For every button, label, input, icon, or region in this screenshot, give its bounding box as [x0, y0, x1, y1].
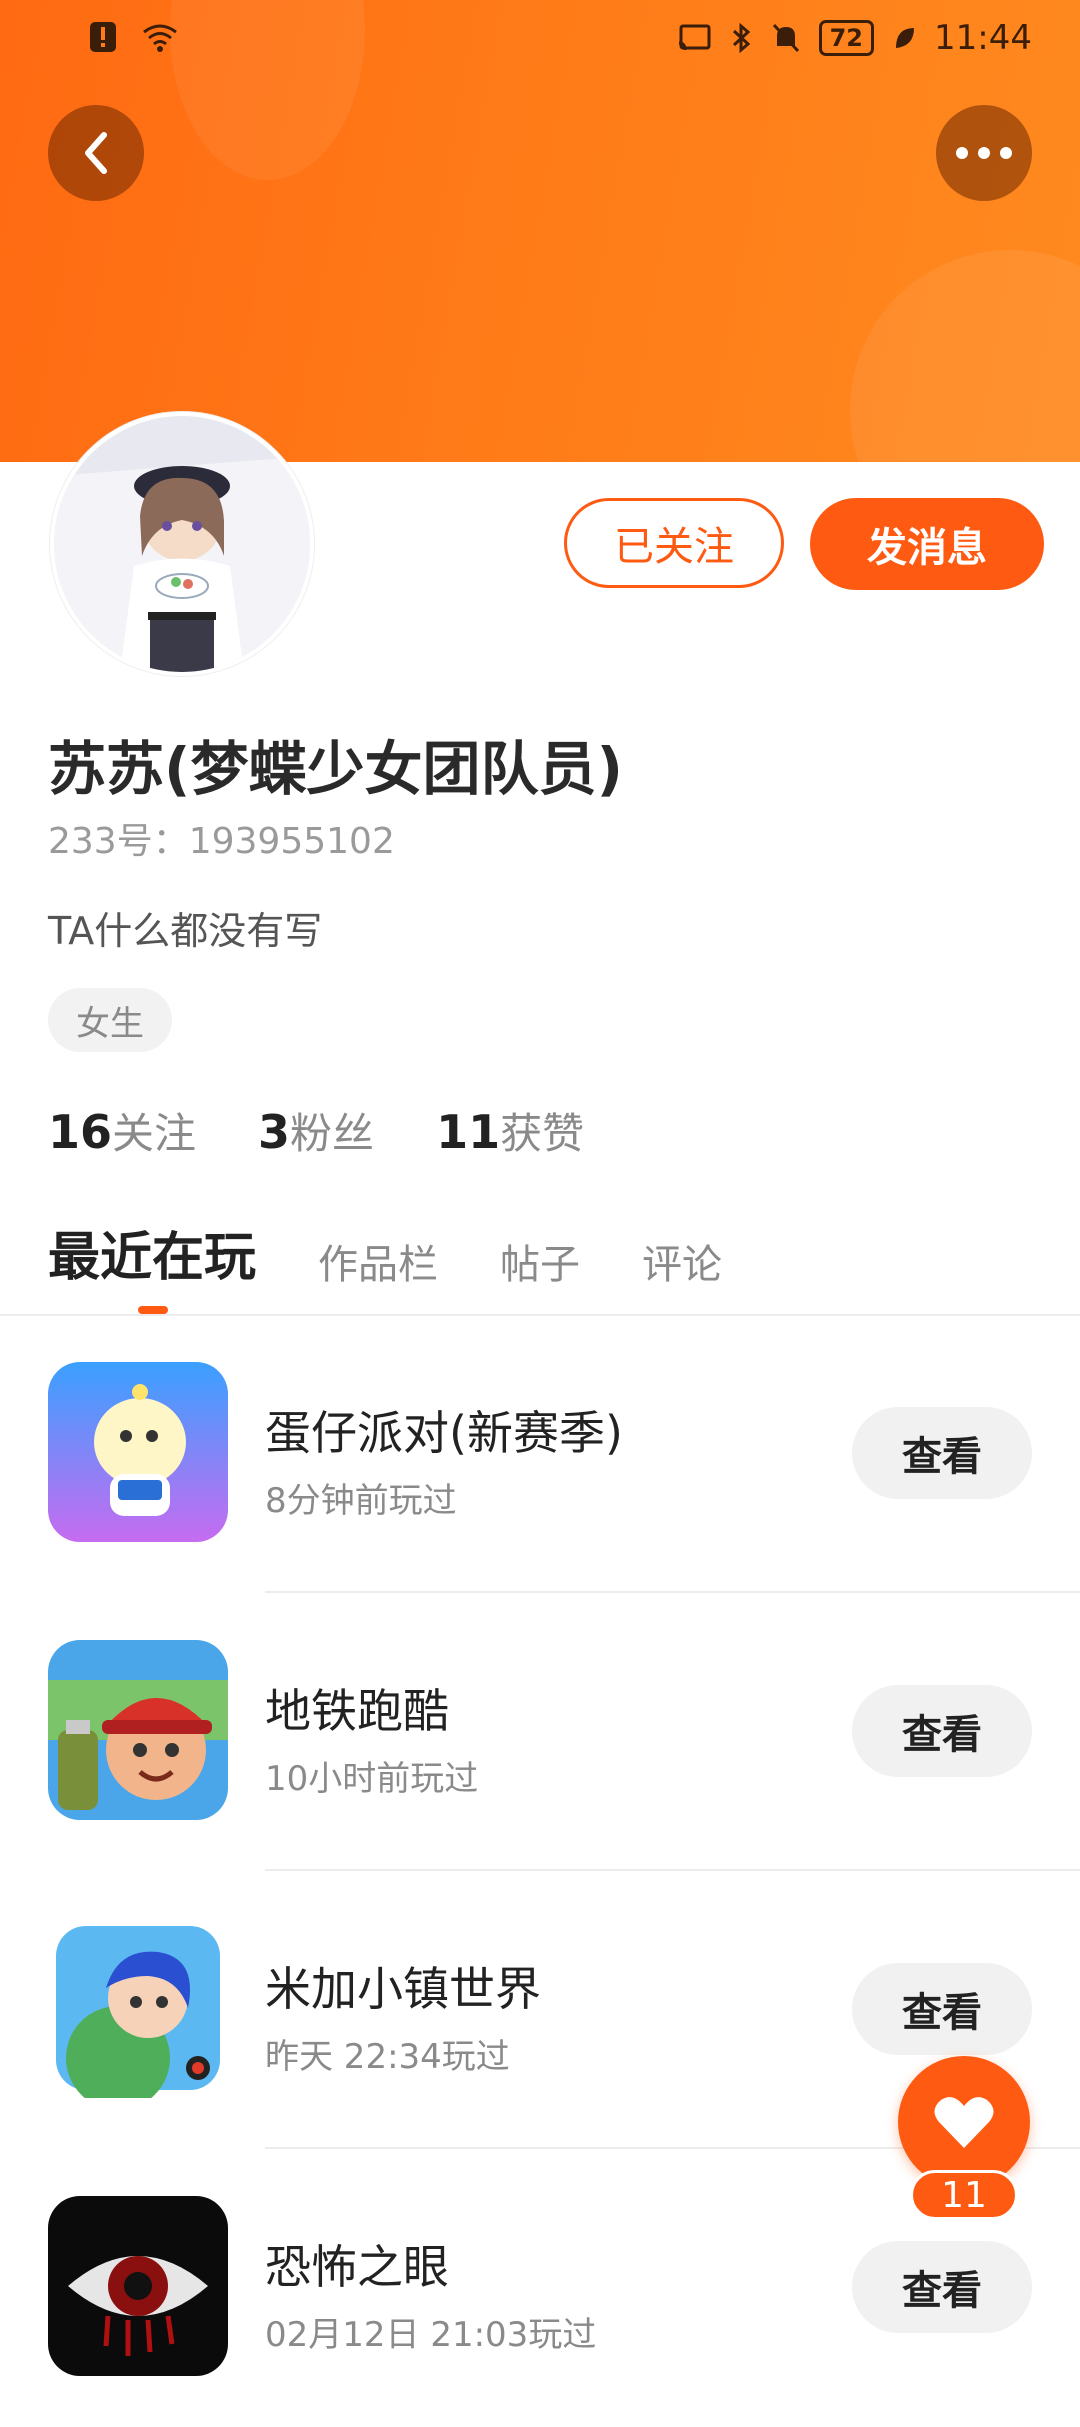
- gender-tag: 女生: [48, 988, 172, 1052]
- list-item[interactable]: 蛋仔派对(新赛季) 8分钟前玩过 查看: [0, 1315, 1080, 1593]
- clock-time: 11:44: [934, 18, 1032, 58]
- stat-label: 获赞: [500, 1109, 585, 1158]
- tab-recently-played[interactable]: 最近在玩: [48, 1215, 256, 1290]
- send-message-button[interactable]: 发消息: [810, 498, 1044, 590]
- game-title: 米加小镇世界: [265, 1962, 541, 2016]
- game-title: 恐怖之眼: [265, 2240, 449, 2294]
- cast-icon: [678, 24, 711, 51]
- avatar[interactable]: [50, 412, 314, 676]
- stat-value: 16: [48, 1105, 113, 1159]
- chevron-left-icon: [85, 132, 107, 174]
- avatar-illustration-icon: [54, 416, 310, 672]
- tab-comments[interactable]: 评论: [642, 1232, 722, 1290]
- stat-label: 关注: [112, 1109, 197, 1158]
- battery-indicator: 72: [818, 20, 875, 56]
- status-bar: 72 11:44: [0, 0, 1080, 80]
- last-played: 昨天 22:34玩过: [265, 2037, 510, 2077]
- stat-following[interactable]: 16关注: [48, 1100, 196, 1161]
- bell-muted-icon: [772, 23, 799, 53]
- list-item[interactable]: 地铁跑酷 10小时前玩过 查看: [0, 1593, 1080, 1871]
- status-left: [88, 20, 180, 54]
- like-count-badge: 11: [910, 2170, 1018, 2220]
- stat-label: 粉丝: [290, 1109, 375, 1158]
- tab-works[interactable]: 作品栏: [318, 1232, 438, 1290]
- banner-decoration: [850, 250, 1080, 462]
- more-dots-icon: [956, 147, 1012, 159]
- last-played: 02月12日 21:03玩过: [265, 2315, 597, 2355]
- last-played: 10小时前玩过: [265, 1759, 479, 1799]
- back-button[interactable]: [48, 105, 144, 201]
- profile-header-banner: 72 11:44: [0, 0, 1080, 462]
- more-options-button[interactable]: [936, 105, 1032, 201]
- profile-stats: 16关注 3粉丝 11获赞: [48, 1100, 584, 1161]
- tab-posts[interactable]: 帖子: [500, 1232, 580, 1290]
- stat-likes[interactable]: 11获赞: [436, 1100, 584, 1161]
- profile-tabs: 最近在玩 作品栏 帖子 评论: [48, 1215, 722, 1290]
- last-played: 8分钟前玩过: [265, 1481, 457, 1521]
- view-button[interactable]: 查看: [852, 1407, 1032, 1499]
- subway-surfers-icon: [48, 1640, 228, 1820]
- followed-button[interactable]: 已关注: [564, 498, 784, 588]
- wifi-icon: [143, 24, 177, 52]
- leaf-icon: [896, 28, 915, 48]
- heart-icon: [934, 2097, 994, 2148]
- bluetooth-icon: [732, 22, 750, 54]
- recent-games-list: 蛋仔派对(新赛季) 8分钟前玩过 查看 地铁跑酷 10小时前玩过 查看 米加小镇…: [0, 1315, 1080, 2427]
- like-button[interactable]: [898, 2056, 1030, 2188]
- game-title: 蛋仔派对(新赛季): [265, 1406, 623, 1460]
- view-button[interactable]: 查看: [852, 1963, 1032, 2055]
- profile-id: 233号：193955102: [48, 821, 395, 862]
- game-title: 地铁跑酷: [265, 1684, 449, 1738]
- stat-fans[interactable]: 3粉丝: [258, 1100, 374, 1161]
- active-tab-indicator: [138, 1306, 168, 1314]
- stat-value: 3: [258, 1105, 291, 1159]
- alert-icon: [90, 22, 116, 52]
- view-button[interactable]: 查看: [852, 2241, 1032, 2333]
- status-right: 72 11:44: [677, 18, 1032, 58]
- miga-world-icon: [48, 1918, 228, 2098]
- egg-party-icon: [48, 1362, 228, 1542]
- profile-name: 苏苏(梦蝶少女团队员): [48, 735, 624, 803]
- stat-value: 11: [436, 1105, 501, 1159]
- view-button[interactable]: 查看: [852, 1685, 1032, 1777]
- eyes-horror-icon: [48, 2196, 228, 2376]
- profile-bio: TA什么都没有写: [48, 909, 323, 953]
